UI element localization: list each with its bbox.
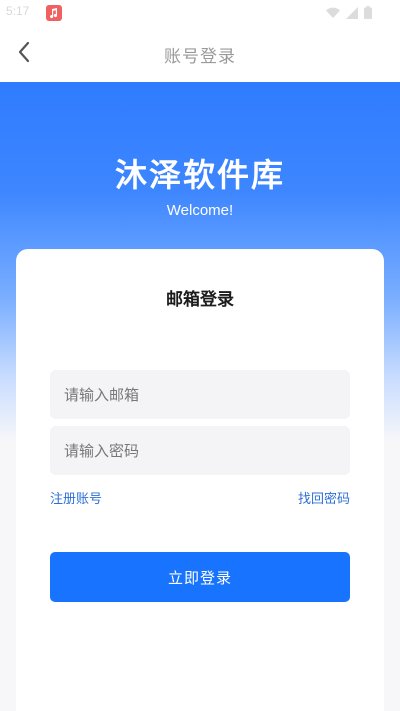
app-name-title: 沐泽软件库 bbox=[114, 156, 285, 194]
welcome-subtitle: Welcome! bbox=[166, 202, 234, 219]
music-app-icon bbox=[46, 5, 62, 21]
password-field[interactable] bbox=[50, 426, 350, 475]
status-icons bbox=[326, 6, 372, 19]
register-link[interactable]: 注册账号 bbox=[50, 488, 102, 507]
login-card: 邮箱登录 注册账号 找回密码 立即登录 bbox=[16, 249, 384, 711]
battery-icon bbox=[364, 6, 372, 19]
forgot-password-link[interactable]: 找回密码 bbox=[298, 488, 350, 507]
page-title: 账号登录 bbox=[164, 47, 236, 67]
nav-bar: 账号登录 bbox=[0, 26, 400, 82]
email-field[interactable] bbox=[50, 370, 350, 419]
wifi-icon bbox=[326, 7, 340, 19]
login-button[interactable]: 立即登录 bbox=[50, 552, 350, 602]
password-input[interactable] bbox=[62, 440, 338, 461]
status-time: 5:17 bbox=[6, 4, 30, 18]
login-screen: 5:17 账号登录 沐泽软件库 Welcome! 邮箱登录 请输入邮箱 注册账号… bbox=[0, 0, 400, 711]
login-card-title: 邮箱登录 bbox=[166, 290, 234, 310]
signal-icon bbox=[346, 6, 358, 19]
status-bar: 5:17 bbox=[0, 0, 400, 26]
email-input[interactable] bbox=[62, 384, 338, 405]
